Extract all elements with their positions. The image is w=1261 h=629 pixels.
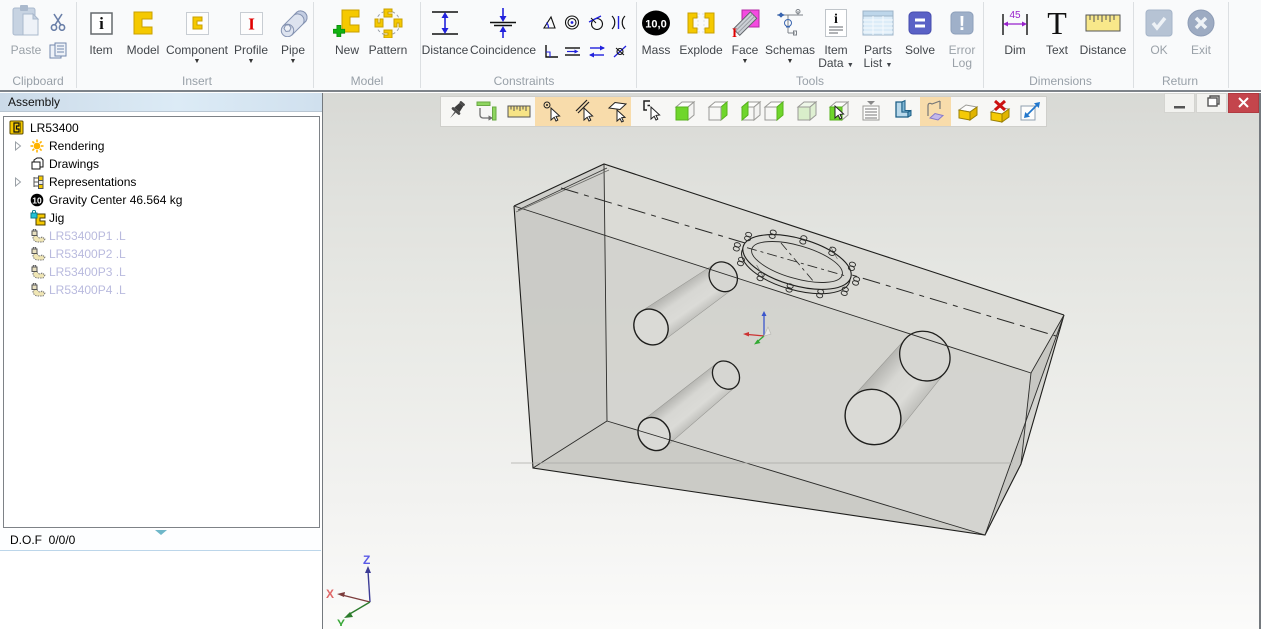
svg-text:X: X	[326, 587, 334, 601]
svg-text:I: I	[732, 25, 737, 37]
svg-text:Z: Z	[363, 553, 370, 567]
svg-text:10: 10	[32, 196, 42, 206]
svg-text:Y: Y	[337, 617, 345, 626]
svg-text:!: !	[959, 13, 966, 35]
